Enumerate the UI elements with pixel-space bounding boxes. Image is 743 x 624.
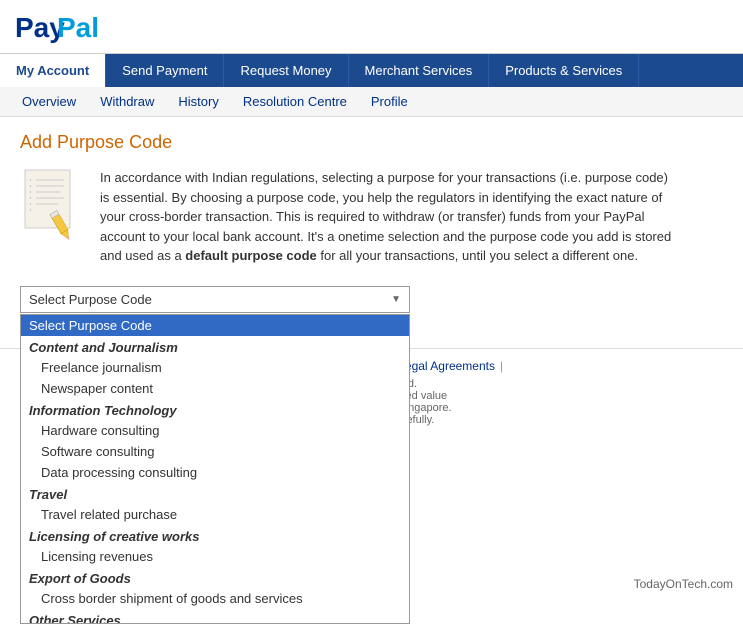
svg-text:Pal: Pal: [57, 12, 99, 43]
watermark: TodayOnTech.com: [634, 577, 733, 591]
dropdown-category-export: Export of Goods: [21, 567, 409, 588]
page-title: Add Purpose Code: [20, 132, 723, 153]
purpose-code-dropdown[interactable]: Select Purpose Code ▼: [20, 286, 410, 313]
paypal-logo-svg: Pay Pal: [15, 10, 125, 45]
tab-request-money[interactable]: Request Money: [224, 54, 348, 87]
dropdown-category-travel: Travel: [21, 483, 409, 504]
dropdown-item-travel[interactable]: Travel related purchase: [21, 504, 409, 525]
tab-my-account[interactable]: My Account: [0, 54, 106, 87]
dropdown-item-newspaper[interactable]: Newspaper content: [21, 378, 409, 399]
sub-nav-resolution-centre[interactable]: Resolution Centre: [231, 87, 359, 116]
content-area: In accordance with Indian regulations, s…: [20, 168, 723, 266]
sub-nav-profile[interactable]: Profile: [359, 87, 420, 116]
dropdown-item-freelance[interactable]: Freelance journalism: [21, 357, 409, 378]
dropdown-category-content: Content and Journalism: [21, 336, 409, 357]
footer-link-legal[interactable]: Legal Agreements: [398, 359, 495, 373]
dropdown-category-licensing: Licensing of creative works: [21, 525, 409, 546]
dropdown-item-software[interactable]: Software consulting: [21, 441, 409, 462]
tab-products-services[interactable]: Products & Services: [489, 54, 639, 87]
dropdown-category-other: Other Services: [21, 609, 409, 624]
sub-nav: Overview Withdraw History Resolution Cen…: [0, 87, 743, 117]
dropdown-category-it: Information Technology: [21, 399, 409, 420]
sub-nav-withdraw[interactable]: Withdraw: [88, 87, 166, 116]
tab-merchant-services[interactable]: Merchant Services: [349, 54, 490, 87]
dropdown-item-licensing[interactable]: Licensing revenues: [21, 546, 409, 567]
paypal-logo: Pay Pal: [15, 10, 728, 45]
dropdown-list: Select Purpose Code Content and Journali…: [20, 314, 410, 624]
nav-tabs: My Account Send Payment Request Money Me…: [0, 54, 743, 87]
dropdown-container: Select Purpose Code ▼ Select Purpose Cod…: [20, 286, 420, 313]
dropdown-arrow-icon: ▼: [391, 294, 401, 305]
document-icon: [20, 168, 85, 243]
dropdown-item-data-processing[interactable]: Data processing consulting: [21, 462, 409, 483]
dropdown-item-hardware[interactable]: Hardware consulting: [21, 420, 409, 441]
tab-send-payment[interactable]: Send Payment: [106, 54, 224, 87]
header: Pay Pal: [0, 0, 743, 54]
sub-nav-history[interactable]: History: [166, 87, 230, 116]
dropdown-item-cross-border[interactable]: Cross border shipment of goods and servi…: [21, 588, 409, 609]
main-content: Add Purpose Code: [0, 117, 743, 328]
dropdown-item-select[interactable]: Select Purpose Code: [21, 315, 409, 336]
sub-nav-overview[interactable]: Overview: [10, 87, 88, 116]
description-text: In accordance with Indian regulations, s…: [100, 168, 680, 266]
